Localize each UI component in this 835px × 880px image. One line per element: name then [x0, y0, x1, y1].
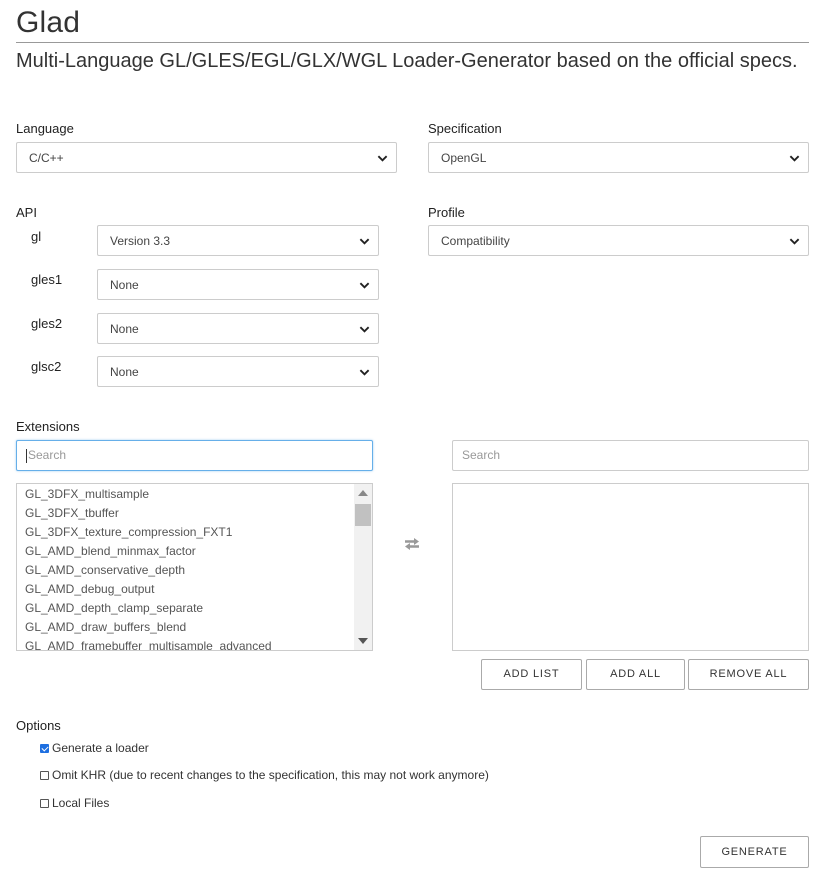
extensions-search-placeholder: Search [28, 448, 67, 462]
api-label: API [16, 205, 37, 220]
language-select-value: C/C++ [29, 151, 64, 165]
profile-select-value: Compatibility [441, 234, 510, 248]
api-name-gles2: gles2 [31, 316, 63, 331]
option-local-files[interactable]: Local Files [40, 796, 109, 810]
chevron-down-icon [359, 238, 370, 245]
selected-extensions-search-input[interactable]: Search [452, 440, 809, 471]
chevron-down-icon [359, 326, 370, 333]
list-item[interactable]: GL_AMD_depth_clamp_separate [17, 599, 372, 618]
extensions-label: Extensions [16, 419, 80, 434]
api-gl-select-value: Version 3.3 [110, 234, 171, 248]
chevron-down-icon [359, 369, 370, 376]
option-label: Local Files [52, 796, 110, 810]
api-glsc2-select-value: None [110, 365, 139, 379]
chevron-down-icon [377, 155, 388, 162]
api-gles1-select-value: None [110, 278, 139, 292]
option-label: Generate a loader [52, 741, 149, 755]
api-name-glsc2: glsc2 [31, 359, 62, 374]
list-item[interactable]: GL_AMD_blend_minmax_factor [17, 542, 372, 561]
generate-button[interactable]: GENERATE [700, 836, 809, 868]
list-item[interactable]: GL_3DFX_texture_compression_FXT1 [17, 523, 372, 542]
chevron-down-icon [789, 155, 800, 162]
checkbox-icon[interactable] [40, 771, 49, 780]
api-gles1-select[interactable]: None [97, 269, 379, 300]
scrollbar-thumb[interactable] [355, 504, 371, 526]
list-item[interactable]: GL_AMD_conservative_depth [17, 561, 372, 580]
swap-arrows-icon [405, 538, 419, 550]
api-glsc2-select[interactable]: None [97, 356, 379, 387]
profile-label: Profile [428, 205, 465, 220]
api-name-gles1: gles1 [31, 272, 63, 287]
options-label: Options [16, 718, 61, 733]
chevron-down-icon [359, 282, 370, 289]
list-item[interactable]: GL_AMD_debug_output [17, 580, 372, 599]
chevron-down-icon [789, 238, 800, 245]
language-select[interactable]: C/C++ [16, 142, 397, 173]
api-gles2-select[interactable]: None [97, 313, 379, 344]
checkbox-icon[interactable] [40, 744, 49, 753]
add-all-button[interactable]: ADD ALL [586, 659, 685, 690]
list-item[interactable]: GL_3DFX_multisample [17, 485, 372, 504]
add-list-button[interactable]: ADD LIST [481, 659, 582, 690]
title-divider [16, 42, 809, 43]
list-scrollbar[interactable] [354, 484, 372, 650]
api-gles2-select-value: None [110, 322, 139, 336]
option-omit-khr[interactable]: Omit KHR (due to recent changes to the s… [40, 768, 489, 782]
api-name-gl: gl [31, 229, 42, 244]
remove-all-button[interactable]: REMOVE ALL [688, 659, 809, 690]
selected-extensions-list[interactable] [452, 483, 809, 651]
available-extensions-list[interactable]: GL_3DFX_multisample GL_3DFX_tbuffer GL_3… [16, 483, 373, 651]
scroll-down-icon[interactable] [358, 638, 368, 644]
text-caret [26, 448, 27, 463]
selected-search-placeholder: Search [462, 448, 501, 462]
list-item[interactable]: GL_AMD_draw_buffers_blend [17, 618, 372, 637]
option-generate-loader[interactable]: Generate a loader [40, 741, 149, 755]
option-label: Omit KHR (due to recent changes to the s… [52, 768, 489, 782]
language-label: Language [16, 121, 74, 136]
extensions-search-input[interactable]: Search [16, 440, 373, 471]
profile-select[interactable]: Compatibility [428, 225, 809, 256]
list-item[interactable]: GL_3DFX_tbuffer [17, 504, 372, 523]
specification-label: Specification [428, 121, 502, 136]
scroll-up-icon[interactable] [358, 490, 368, 496]
api-gl-select[interactable]: Version 3.3 [97, 225, 379, 256]
page-title: Glad [16, 6, 81, 39]
page-subtitle: Multi-Language GL/GLES/EGL/GLX/WGL Loade… [16, 50, 798, 72]
specification-select-value: OpenGL [441, 151, 487, 165]
checkbox-icon[interactable] [40, 799, 49, 808]
list-item[interactable]: GL_AMD_framebuffer_multisample_advanced [17, 637, 372, 650]
specification-select[interactable]: OpenGL [428, 142, 809, 173]
